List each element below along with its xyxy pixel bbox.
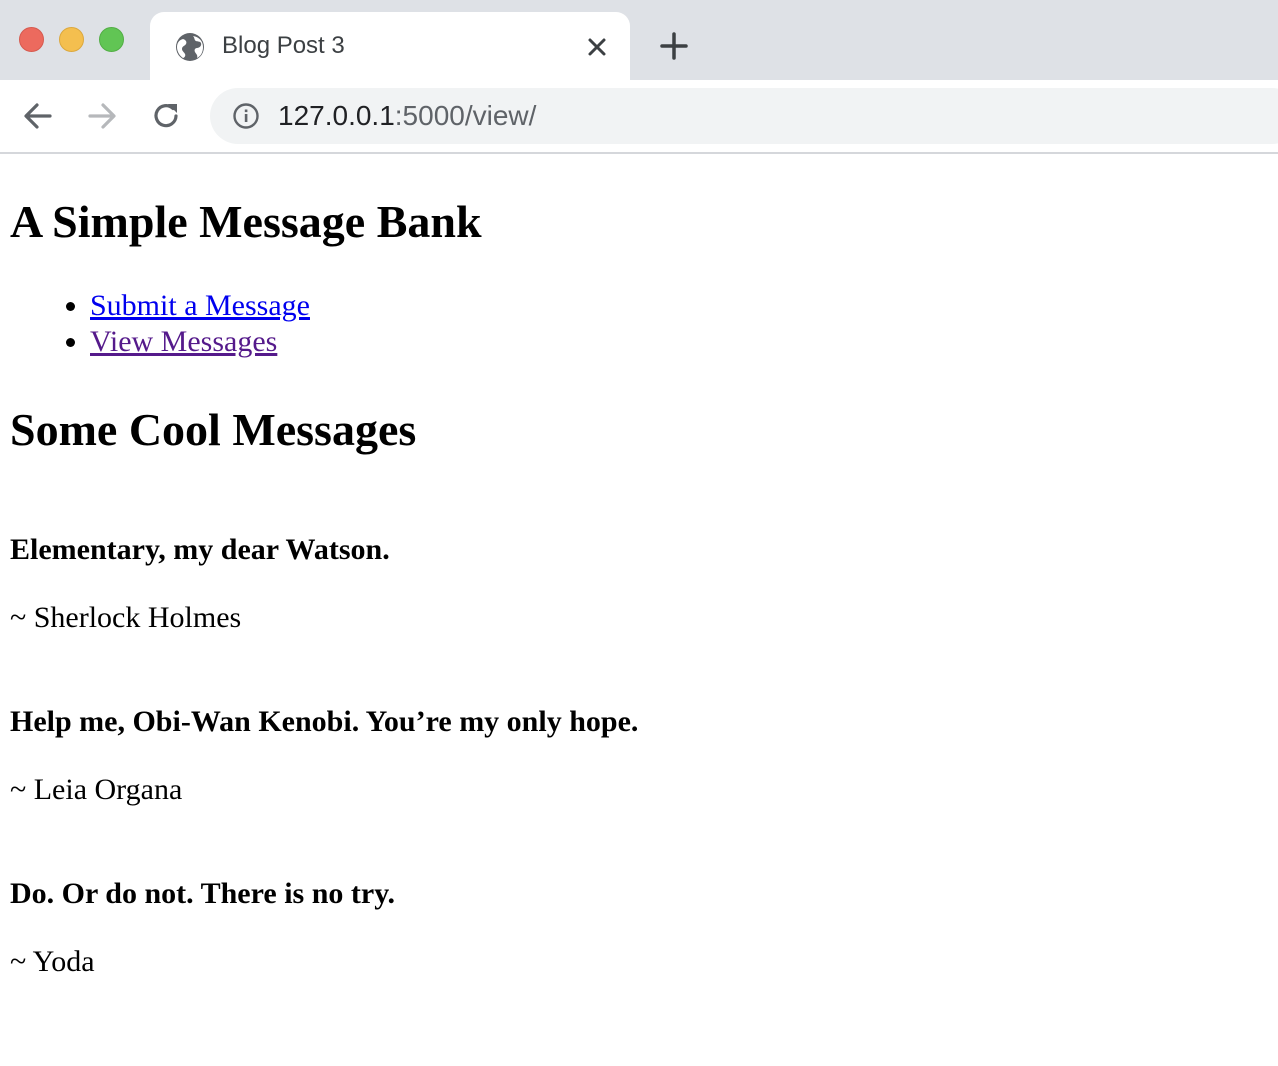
address-url[interactable]: 127.0.0.1:5000/view/ [278, 100, 536, 132]
message-text: Do. Or do not. There is no try. [10, 877, 396, 910]
messages-heading: Some Cool Messages [10, 404, 417, 455]
arrow-left-icon[interactable] [20, 98, 56, 134]
browser-toolbar: 127.0.0.1:5000/view/ [0, 80, 1278, 154]
message-item: Elementary, my dear Watson. ~ Sherlock H… [10, 532, 390, 636]
browser-tab-active[interactable]: Blog Post 3 [150, 12, 630, 80]
window-maximize-button[interactable] [99, 27, 124, 52]
nav-list-item: Submit a Message [90, 288, 310, 324]
view-messages-link[interactable]: View Messages [90, 325, 277, 358]
info-icon[interactable] [232, 102, 260, 130]
message-item: Help me, Obi-Wan Kenobi. You’re my only … [10, 704, 638, 808]
message-text: Help me, Obi-Wan Kenobi. You’re my only … [10, 705, 639, 738]
tab-strip: Blog Post 3 [0, 0, 1278, 80]
address-bar[interactable]: 127.0.0.1:5000/view/ [210, 88, 1278, 144]
arrow-right-icon[interactable] [84, 98, 120, 134]
reload-icon[interactable] [148, 98, 184, 134]
browser-chrome: Blog Post 3 127.0.0.1:5000/view/ [0, 0, 1278, 154]
message-text: Elementary, my dear Watson. [10, 533, 390, 566]
page-content: A Simple Message Bank Submit a Message V… [0, 154, 1278, 1066]
tab-title: Blog Post 3 [222, 32, 345, 59]
close-icon[interactable] [582, 32, 612, 62]
message-author: ~ Sherlock Holmes [10, 601, 242, 634]
plus-icon[interactable] [656, 28, 692, 64]
message-author: ~ Yoda [10, 945, 95, 978]
window-close-button[interactable] [19, 27, 44, 52]
window-minimize-button[interactable] [59, 27, 84, 52]
submit-message-link[interactable]: Submit a Message [90, 289, 310, 322]
page-title: A Simple Message Bank [10, 196, 482, 247]
message-author: ~ Leia Organa [10, 773, 183, 806]
url-host: 127.0.0.1 [278, 100, 395, 131]
nav-list-item: View Messages [90, 324, 310, 360]
url-path: :5000/view/ [394, 100, 537, 131]
nav-list: Submit a Message View Messages [0, 288, 310, 360]
globe-icon [176, 33, 204, 61]
message-item: Do. Or do not. There is no try. ~ Yoda [10, 876, 395, 980]
